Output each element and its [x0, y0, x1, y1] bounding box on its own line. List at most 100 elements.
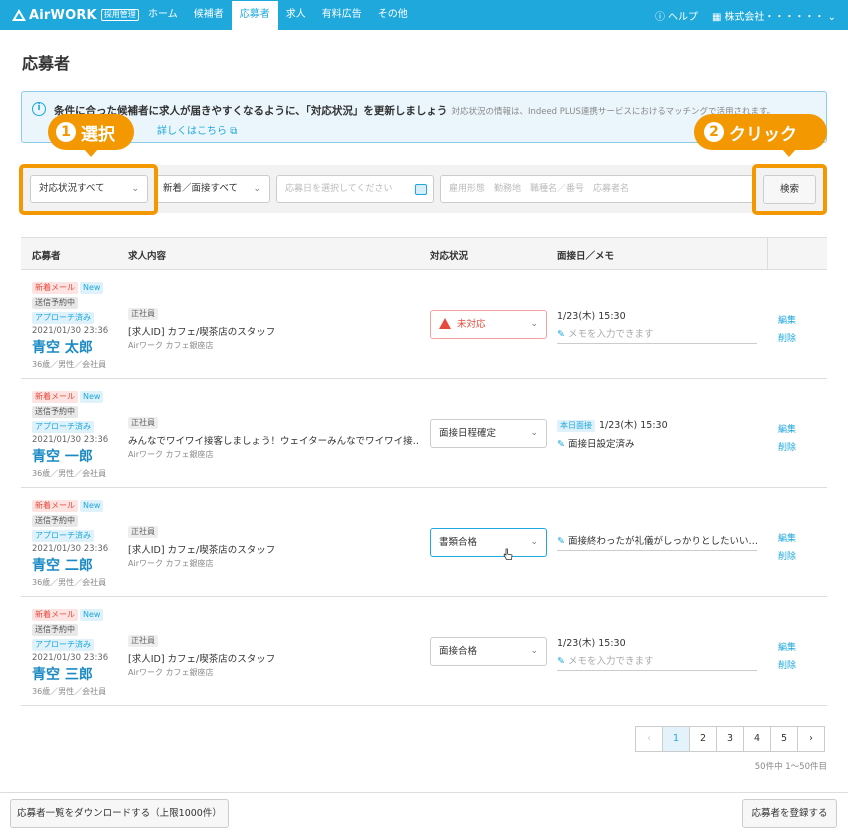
delete-link[interactable]: 削除 — [778, 439, 796, 457]
page-button-2[interactable]: 2 — [689, 726, 717, 752]
calendar-icon[interactable] — [415, 184, 427, 195]
help-icon: ⓘ — [654, 11, 665, 23]
hand-cursor-icon — [503, 548, 513, 560]
highlight-status-filter — [19, 164, 158, 215]
table-row: 新着メール New 送信予約中 アプローチ済み 2021/01/30 23:36 … — [21, 270, 827, 379]
logo-badge: 採用管理 — [100, 9, 139, 21]
chevron-down-icon: ⌄ — [530, 646, 538, 656]
keyword-input[interactable]: 雇用形態 勤務地 職種名／番号 応募者名 — [440, 175, 755, 203]
job-type-badge: 正社員 — [128, 635, 158, 647]
applicant-meta: 36歳／男性／会社員 — [32, 360, 107, 369]
nav-paid-ads[interactable]: 有料広告 — [314, 0, 370, 30]
memo-cell: 本日面接 1/23(木) 15:30 ✎ 面接日設定済み — [557, 417, 757, 453]
status-select[interactable]: 面接日程確定 ⌄ — [430, 419, 547, 448]
status-select[interactable]: 未対応 ⌄ — [430, 310, 547, 339]
nav-home[interactable]: ホーム — [140, 0, 186, 30]
new-badge: New — [80, 391, 104, 403]
applicant-cell: 新着メール New 送信予約中 アプローチ済み 2021/01/30 23:36 … — [32, 389, 108, 479]
th-job: 求人内容 — [128, 251, 167, 262]
new-mail-badge: 新着メール — [32, 609, 78, 621]
page-button-4[interactable]: 4 — [743, 726, 771, 752]
pagination: ‹ 1 2 3 4 5 › — [635, 726, 825, 752]
new-interview-filter-value: 新着／面接すべて — [163, 183, 238, 194]
nav-candidates[interactable]: 候補者 — [186, 0, 232, 30]
nav-applicants[interactable]: 応募者 — [231, 1, 278, 30]
delete-link[interactable]: 削除 — [778, 548, 796, 566]
callout-click: 2 クリック — [694, 114, 827, 157]
page-button-5[interactable]: 5 — [770, 726, 798, 752]
new-mail-badge: 新着メール — [32, 282, 78, 294]
prev-page-button[interactable]: ‹ — [635, 726, 663, 752]
job-cell: 正社員 [求人ID] カフェ/喫茶店のスタッフ Airワーク カフェ銀座店 — [128, 524, 275, 569]
apply-date: 2021/01/30 23:36 — [32, 326, 109, 336]
company-menu[interactable]: ▦ 株式会社・・・・・・ ⌄ — [712, 8, 836, 23]
external-link-icon: ⧉ — [230, 126, 238, 137]
top-bar: AirWORK 採用管理 ホーム 候補者 応募者 求人 有料広告 その他 ⓘ ヘル… — [0, 0, 848, 30]
row-actions: 編集 削除 — [778, 530, 796, 566]
highlight-search-button — [752, 164, 827, 215]
register-applicant-button[interactable]: 応募者を登録する — [742, 799, 837, 828]
result-count: 50件中 1〜50件目 — [754, 762, 827, 772]
logo-icon — [12, 9, 26, 21]
job-store: Airワーク カフェ銀座店 — [128, 341, 214, 350]
memo-input[interactable]: ✎ メモを入力できます — [557, 326, 757, 344]
download-button[interactable]: 応募者一覧をダウンロードする（上限1000件） — [10, 799, 229, 828]
applicant-name[interactable]: 青空 三郎 — [32, 664, 108, 684]
banner-link[interactable]: 詳しくはこちら ⧉ — [157, 122, 237, 137]
delete-link[interactable]: 削除 — [778, 657, 796, 675]
edit-link[interactable]: 編集 — [778, 639, 796, 657]
nav-jobs[interactable]: 求人 — [278, 0, 314, 30]
delete-link[interactable]: 削除 — [778, 330, 796, 348]
job-store: Airワーク カフェ銀座店 — [128, 559, 214, 568]
memo-cell: 1/23(木) 15:30 ✎ メモを入力できます — [557, 308, 757, 344]
help-link[interactable]: ⓘ ヘルプ — [655, 8, 698, 23]
company-label: 株式会社・・・・・・ — [724, 11, 825, 23]
new-interview-filter-select[interactable]: 新着／面接すべて ⌄ — [154, 175, 270, 203]
approached-badge: アプローチ済み — [32, 421, 94, 433]
next-page-button[interactable]: › — [797, 726, 825, 752]
page-button-1[interactable]: 1 — [662, 726, 690, 752]
nav-other[interactable]: その他 — [370, 0, 416, 30]
applicant-name[interactable]: 青空 二郎 — [32, 555, 108, 575]
logo[interactable]: AirWORK 採用管理 — [12, 7, 139, 23]
row-actions: 編集 削除 — [778, 312, 796, 348]
memo-cell: 1/23(木) 15:30 ✎ メモを入力できます — [557, 635, 757, 671]
applicant-name[interactable]: 青空 太郎 — [32, 337, 108, 357]
table-row: 新着メール New 送信予約中 アプローチ済み 2021/01/30 23:36 … — [21, 488, 827, 597]
th-memo: 面接日／メモ — [557, 251, 615, 262]
info-icon: i — [32, 102, 46, 116]
chevron-left-icon: ‹ — [647, 733, 651, 744]
status-select[interactable]: 面接合格 ⌄ — [430, 637, 547, 666]
job-title: みんなでワイワイ接客しましょう！ウェイターみんなでワイワイ接… — [128, 436, 420, 447]
new-badge: New — [80, 500, 104, 512]
applicant-name[interactable]: 青空 一郎 — [32, 446, 108, 466]
memo-placeholder: メモを入力できます — [567, 329, 654, 340]
memo-value: 面接終わったが礼儀がしっかりとしたいい… — [567, 536, 757, 547]
apply-date: 2021/01/30 23:36 — [32, 544, 109, 554]
approached-badge: アプローチ済み — [32, 530, 94, 542]
row-actions: 編集 削除 — [778, 421, 796, 457]
approached-badge: アプローチ済み — [32, 639, 94, 651]
apply-date: 2021/01/30 23:36 — [32, 653, 109, 663]
banner-link-label: 詳しくはこちら — [157, 126, 227, 137]
interview-date: 1/23(木) 15:30 — [557, 638, 626, 649]
job-title: [求人ID] カフェ/喫茶店のスタッフ — [128, 327, 276, 338]
memo-text[interactable]: ✎ 面接終わったが礼儀がしっかりとしたいい… — [557, 533, 757, 551]
edit-link[interactable]: 編集 — [778, 312, 796, 330]
memo-text[interactable]: ✎ 面接日設定済み — [557, 436, 757, 453]
logo-text: AirWORK — [29, 7, 97, 23]
callout-click-pointer — [782, 149, 796, 157]
th-status: 対応状況 — [430, 251, 469, 262]
memo-input[interactable]: ✎ メモを入力できます — [557, 653, 757, 671]
edit-link[interactable]: 編集 — [778, 530, 796, 548]
apply-date-input[interactable]: 応募日を選択してください — [276, 175, 434, 203]
page-button-3[interactable]: 3 — [716, 726, 744, 752]
edit-link[interactable]: 編集 — [778, 421, 796, 439]
callout-select-label: 選択 — [81, 124, 115, 145]
status-select[interactable]: 書類合格 ⌄ — [430, 528, 547, 557]
new-badge: New — [80, 282, 104, 294]
job-title: [求人ID] カフェ/喫茶店のスタッフ — [128, 545, 276, 556]
footer-bar: 応募者一覧をダウンロードする（上限1000件） 応募者を登録する — [0, 792, 848, 832]
memo-value: 面接日設定済み — [567, 439, 635, 450]
building-icon: ▦ — [711, 11, 722, 23]
